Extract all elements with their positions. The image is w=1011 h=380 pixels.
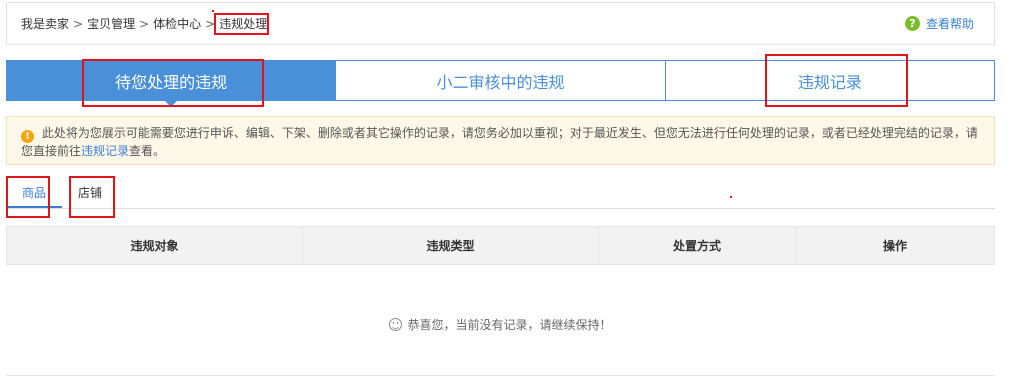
- breadcrumb: 我是卖家 > 宝贝管理 > 体检中心 > 违规处理 ? 查看帮助: [6, 2, 995, 45]
- breadcrumb-separator: >: [139, 16, 150, 31]
- notice-text-end: 查看。: [129, 144, 166, 158]
- breadcrumb-item-health-center[interactable]: 体检中心: [153, 15, 201, 32]
- column-header-disposal-method: 处置方式: [599, 227, 796, 264]
- warning-icon: !: [21, 130, 34, 143]
- notice-banner: ! 此处将为您展示可能需要您进行申诉、编辑、下架、删除或者其它操作的记录，请您务…: [6, 116, 995, 165]
- help-link[interactable]: ? 查看帮助: [904, 15, 974, 32]
- column-header-violation-type: 违规类型: [303, 227, 599, 264]
- tab-label: 违规记录: [797, 72, 862, 92]
- violation-records-link[interactable]: 违规记录: [81, 144, 129, 158]
- annotation-dot: [730, 196, 732, 198]
- question-circle-icon: ?: [904, 16, 920, 31]
- tab-pending-violations[interactable]: 待您处理的违规: [7, 61, 337, 107]
- breadcrumb-item-seller[interactable]: 我是卖家: [21, 15, 69, 32]
- breadcrumb-item-product-management[interactable]: 宝贝管理: [87, 15, 135, 32]
- tab-violation-records[interactable]: 违规记录: [665, 61, 994, 100]
- empty-state: 恭喜您，当前没有记录，请继续保持！: [6, 316, 995, 333]
- table-header: 违规对象 违规类型 处置方式 操作: [6, 226, 995, 265]
- smile-icon: [389, 318, 403, 331]
- empty-state-text: 恭喜您，当前没有记录，请继续保持！: [407, 318, 612, 332]
- subtab-store[interactable]: 店铺: [62, 178, 118, 208]
- breadcrumb-separator: >: [205, 16, 216, 31]
- column-header-violation-object: 违规对象: [7, 227, 303, 264]
- tab-label: 待您处理的违规: [115, 72, 228, 92]
- subtab-products[interactable]: 商品: [6, 178, 62, 208]
- help-label: 查看帮助: [925, 17, 974, 31]
- divider: [6, 375, 995, 376]
- tab-label: 小二审核中的违规: [436, 72, 565, 92]
- breadcrumb-separator: >: [73, 16, 84, 31]
- main-tabs: 待您处理的违规 小二审核中的违规 违规记录: [6, 60, 995, 107]
- sub-tabs: 商品 店铺: [6, 178, 995, 209]
- tab-under-review-violations[interactable]: 小二审核中的违规: [336, 61, 666, 100]
- breadcrumb-item-violation-handling: 违规处理: [219, 17, 268, 31]
- column-header-actions: 操作: [882, 239, 907, 253]
- annotation-dot: [212, 10, 214, 12]
